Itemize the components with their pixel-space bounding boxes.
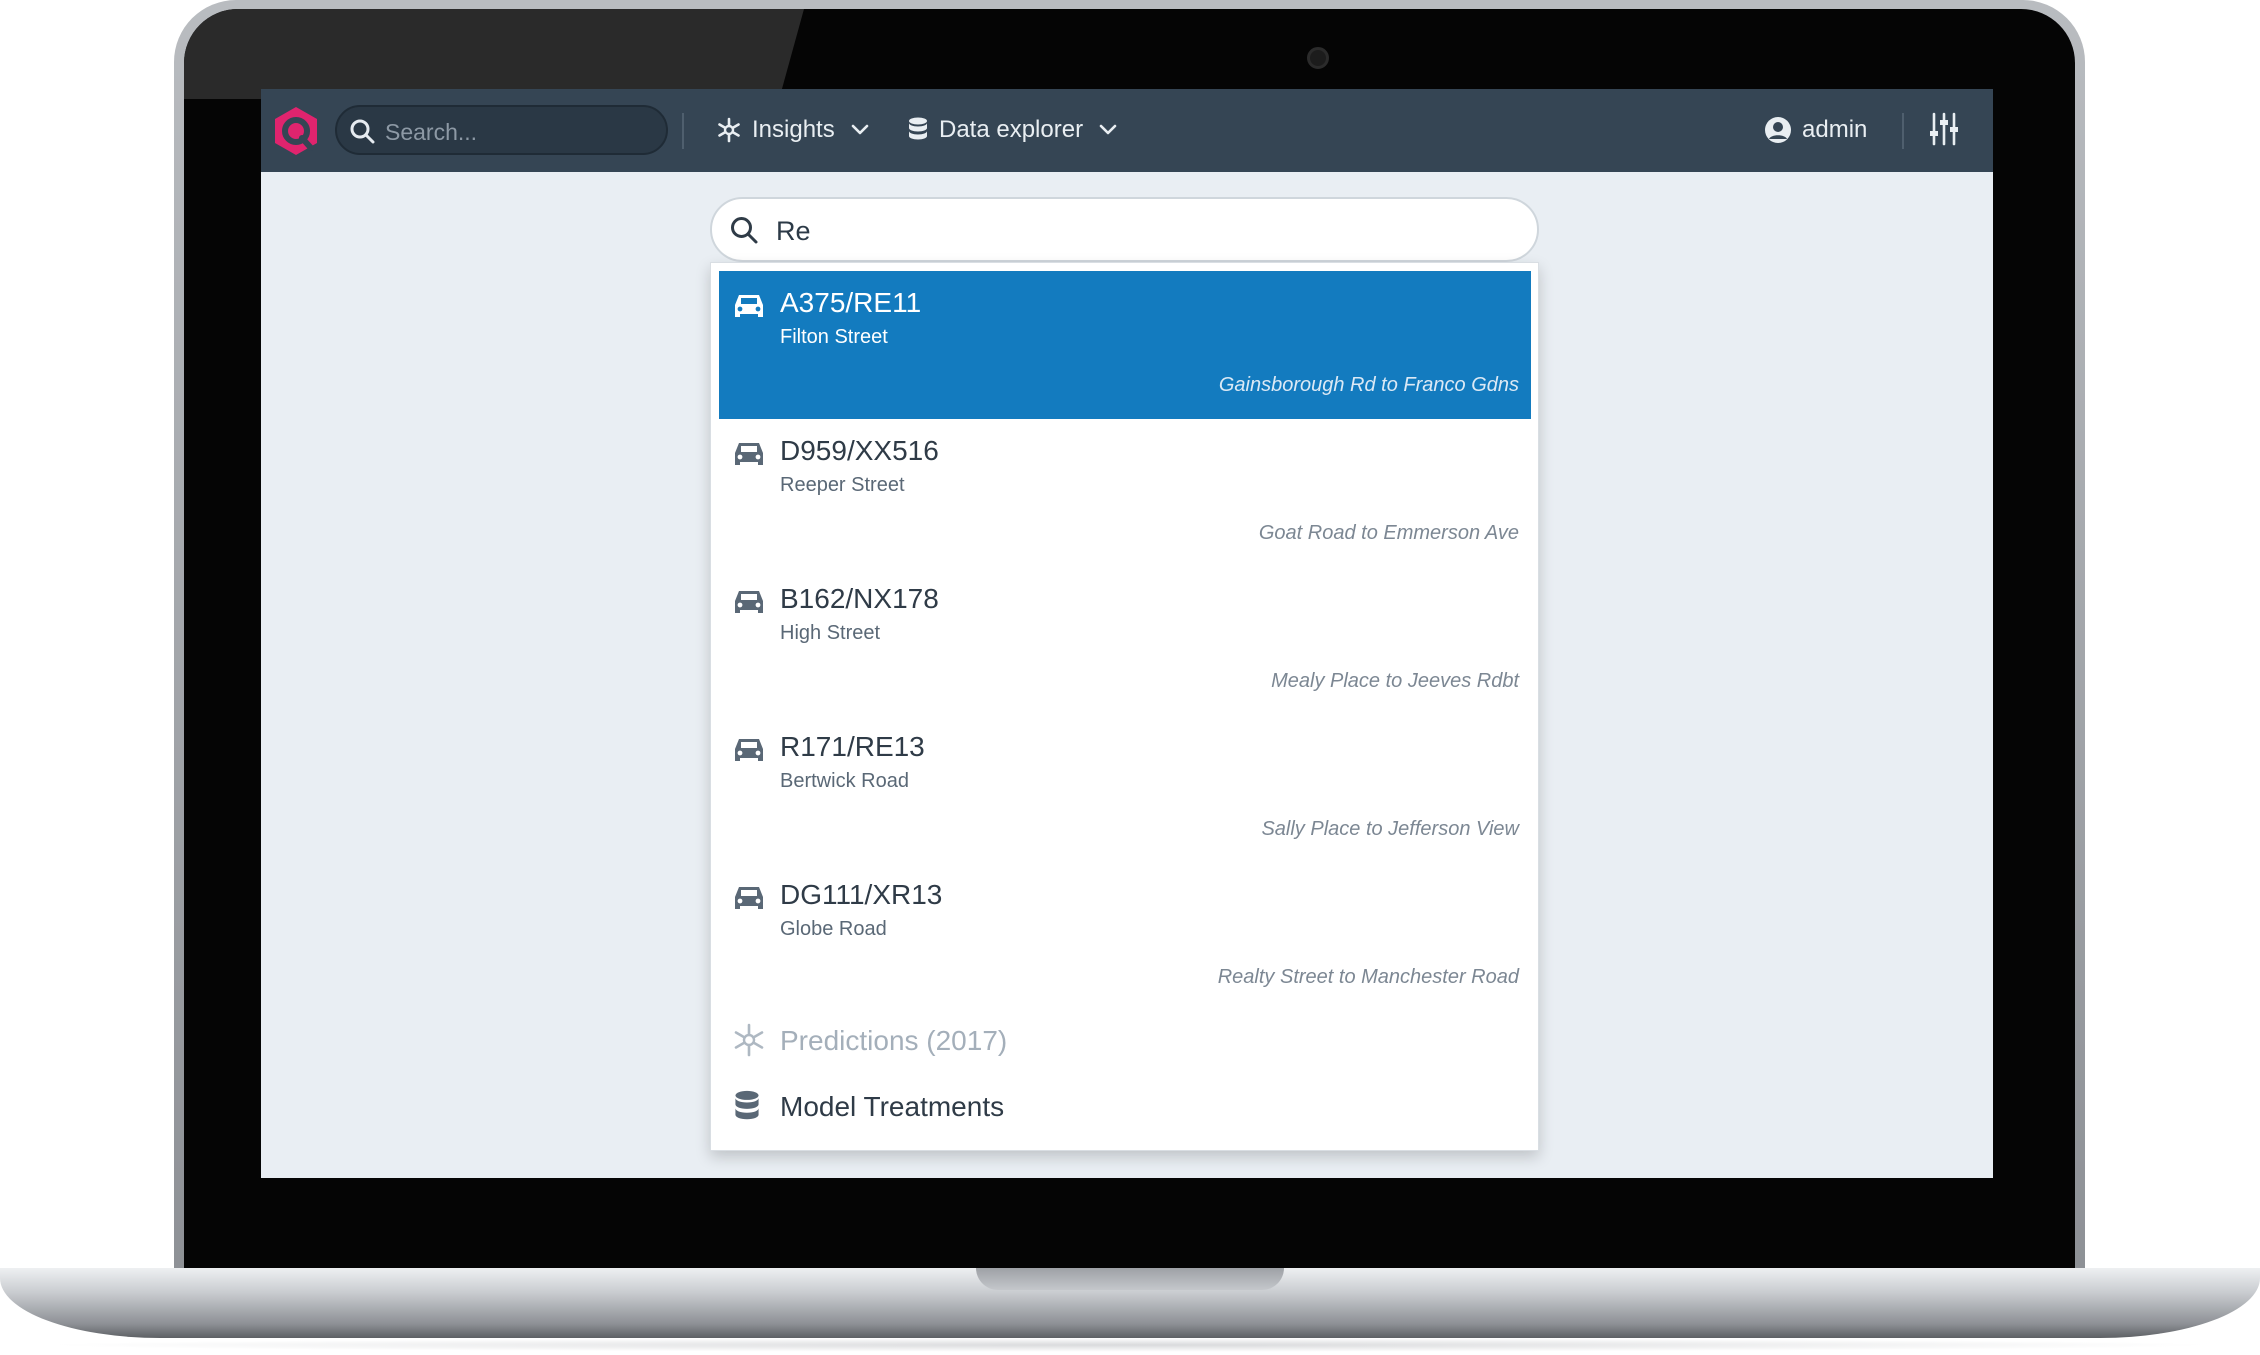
main-search-input[interactable] [774, 209, 1498, 253]
asterisk-icon [718, 117, 740, 143]
app-screen: Search... Insights Data explorer admin R… [261, 89, 1993, 1178]
brand-logo-icon[interactable] [271, 105, 321, 157]
nav-search-input[interactable]: Search... [335, 105, 668, 155]
result-item[interactable]: B162/NX178 High Street Mealy Place to Je… [719, 567, 1531, 715]
main-search-field[interactable] [710, 197, 1539, 262]
result-street: Globe Road [780, 918, 887, 940]
category-predictions[interactable]: Predictions (2017) [719, 1013, 1531, 1069]
result-street: Reeper Street [780, 474, 905, 496]
result-item[interactable]: R171/RE13 Bertwick Road Sally Place to J… [719, 715, 1531, 863]
nav-divider [682, 113, 684, 149]
bezel-glare [184, 9, 804, 99]
nav-data-explorer-menu[interactable]: Data explorer [907, 107, 1117, 153]
user-avatar-icon [1765, 117, 1791, 143]
car-icon [735, 739, 763, 761]
result-item[interactable]: A375/RE11 Filton Street Gainsborough Rd … [719, 271, 1531, 419]
asterisk-icon [734, 1023, 764, 1057]
nav-insights-label: Insights [752, 116, 835, 143]
nav-insights-menu[interactable]: Insights [716, 107, 869, 153]
user-name: admin [1802, 116, 1868, 143]
result-range: Gainsborough Rd to Franco Gdns [1218, 374, 1519, 396]
car-icon [735, 887, 763, 909]
laptop-shadow [40, 1338, 2220, 1352]
result-street: Bertwick Road [780, 770, 909, 792]
chevron-down-icon [1099, 124, 1117, 135]
result-range: Realty Street to Manchester Road [1217, 966, 1519, 988]
settings-sliders-icon[interactable] [1929, 111, 1959, 147]
result-street: Filton Street [780, 326, 888, 348]
database-icon [909, 117, 927, 140]
car-icon [735, 591, 763, 613]
result-item[interactable]: D959/XX516 Reeper Street Goat Road to Em… [719, 419, 1531, 567]
search-results-dropdown: A375/RE11 Filton Street Gainsborough Rd … [710, 262, 1539, 1151]
car-icon [735, 443, 763, 465]
nav-data-explorer-label: Data explorer [939, 116, 1084, 143]
search-icon [731, 217, 758, 244]
chevron-down-icon [851, 124, 869, 135]
result-range: Mealy Place to Jeeves Rdbt [1271, 670, 1519, 692]
result-item[interactable]: DG111/XR13 Globe Road Realty Street to M… [719, 863, 1531, 1011]
result-range: Sally Place to Jefferson View [1261, 818, 1519, 840]
result-code: R171/RE13 [780, 731, 925, 762]
top-navbar: Search... Insights Data explorer admin [261, 89, 1993, 172]
result-code: B162/NX178 [780, 583, 939, 614]
user-menu[interactable]: admin [1764, 107, 1867, 153]
result-range: Goat Road to Emmerson Ave [1258, 522, 1519, 544]
category-predictions-label: Predictions (2017) [780, 1025, 1008, 1056]
car-icon [735, 295, 763, 317]
search-icon [350, 119, 375, 144]
result-code: D959/XX516 [780, 435, 939, 466]
database-icon [735, 1090, 759, 1120]
nav-search-placeholder: Search... [385, 119, 478, 145]
result-code: DG111/XR13 [780, 879, 943, 910]
result-code: A375/RE11 [780, 287, 922, 318]
category-model-treatments-label: Model Treatments [780, 1091, 1005, 1122]
result-street: High Street [780, 622, 881, 644]
nav-divider [1902, 113, 1904, 149]
camera-icon [1307, 47, 1329, 69]
laptop-notch [976, 1268, 1284, 1290]
category-model-treatments[interactable]: Model Treatments [719, 1079, 1531, 1135]
